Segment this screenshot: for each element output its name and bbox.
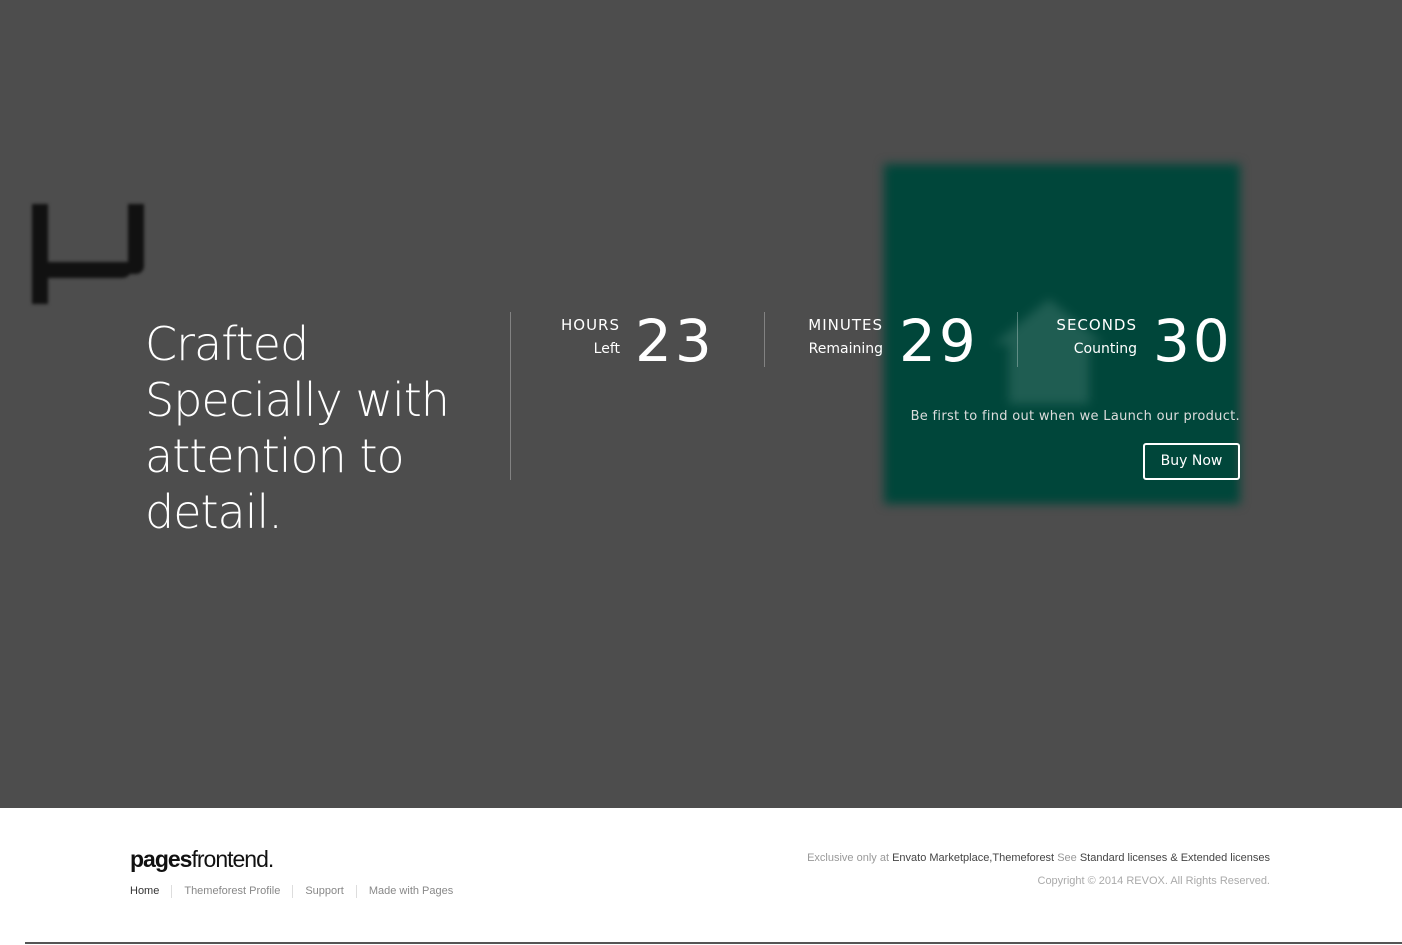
hero-headline: Crafted Specially with attention to deta… <box>145 317 450 539</box>
brand-bold: pages <box>130 846 192 872</box>
divider <box>764 312 765 367</box>
brand-light: frontend. <box>191 846 274 872</box>
nav-themeforest-profile-link[interactable]: Themeforest Profile <box>184 885 280 897</box>
seconds-sub: Counting <box>1073 341 1137 357</box>
launch-text: Be first to find out when we Launch our … <box>910 409 1240 424</box>
hours-value: 23 <box>635 307 715 375</box>
exclusive-notice: Exclusive only at Envato Marketplace,The… <box>807 852 1270 864</box>
footer-nav: Home Themeforest Profile Support Made with … <box>130 885 453 898</box>
nav-made-with-pages-link[interactable]: Made with Pages <box>369 885 453 897</box>
bottom-border <box>25 942 1402 944</box>
nav-support-link[interactable]: Support <box>305 885 344 897</box>
exclusive-prefix: Exclusive only at <box>807 852 890 864</box>
minutes-value: 29 <box>899 307 979 375</box>
hours-label: HOURS <box>560 316 620 334</box>
minutes-label: MINUTES <box>808 316 883 334</box>
nav-separator <box>171 885 173 898</box>
logo-fragment-icon <box>30 202 146 310</box>
envato-link[interactable]: Envato Marketplace,Themeforest <box>892 852 1054 864</box>
minutes-sub: Remaining <box>808 341 883 357</box>
buy-now-button[interactable]: Buy Now <box>1143 443 1240 480</box>
nav-separator <box>355 885 357 898</box>
divider <box>510 312 511 480</box>
brand-logo[interactable]: pagesfrontend. <box>130 846 274 873</box>
licenses-link[interactable]: Standard licenses & Extended licenses <box>1080 852 1270 864</box>
see-text: See <box>1057 852 1077 864</box>
seconds-label: SECONDS <box>1056 316 1137 334</box>
nav-home-link[interactable]: Home <box>130 885 159 897</box>
footer: pagesfrontend. Home Themeforest Profile Su… <box>0 808 1402 945</box>
nav-separator <box>292 885 294 898</box>
hours-sub: Left <box>593 341 620 357</box>
divider <box>1017 312 1018 367</box>
copyright: Copyright © 2014 REVOX. All Rights Reser… <box>1037 875 1271 887</box>
seconds-value: 30 <box>1153 307 1233 375</box>
hero-section: Crafted Specially with attention to deta… <box>0 0 1402 808</box>
